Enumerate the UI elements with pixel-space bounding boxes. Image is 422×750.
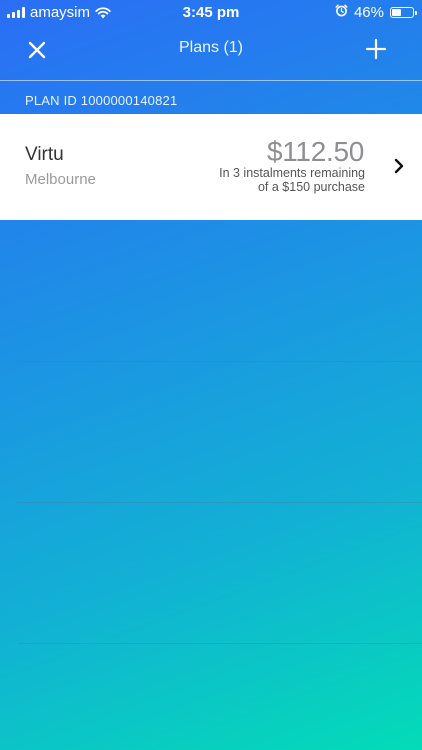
merchant-name: Virtu: [25, 144, 64, 165]
status-right: 46%: [335, 4, 417, 21]
plan-id-label: PLAN ID 1000000140821: [25, 93, 178, 108]
instalments-info: In 3 instalments remaining of a $150 pur…: [219, 166, 365, 194]
battery-percent: 46%: [353, 4, 384, 21]
battery-level: [392, 9, 402, 16]
plan-amount: $112.50: [266, 136, 364, 167]
instalments-remaining-text: In 3 instalments remaining: [219, 166, 365, 180]
plus-icon: [365, 38, 387, 60]
divider: [18, 502, 422, 503]
add-plan-button[interactable]: [363, 36, 389, 62]
status-bar: amaysim 3:45 pm 46%: [0, 0, 422, 24]
chevron-right-icon: [394, 158, 404, 174]
merchant-location: Melbourne: [25, 171, 96, 188]
plan-card[interactable]: Virtu Melbourne $112.50 In 3 instalments…: [0, 114, 422, 220]
battery-icon: [390, 7, 417, 18]
divider: [18, 361, 422, 362]
purchase-total-text: of a $150 purchase: [257, 180, 365, 194]
alarm-icon: [335, 4, 348, 21]
navigation-bar: Plans (1): [0, 24, 422, 81]
divider: [18, 643, 422, 644]
page-title: Plans (1): [178, 39, 244, 56]
